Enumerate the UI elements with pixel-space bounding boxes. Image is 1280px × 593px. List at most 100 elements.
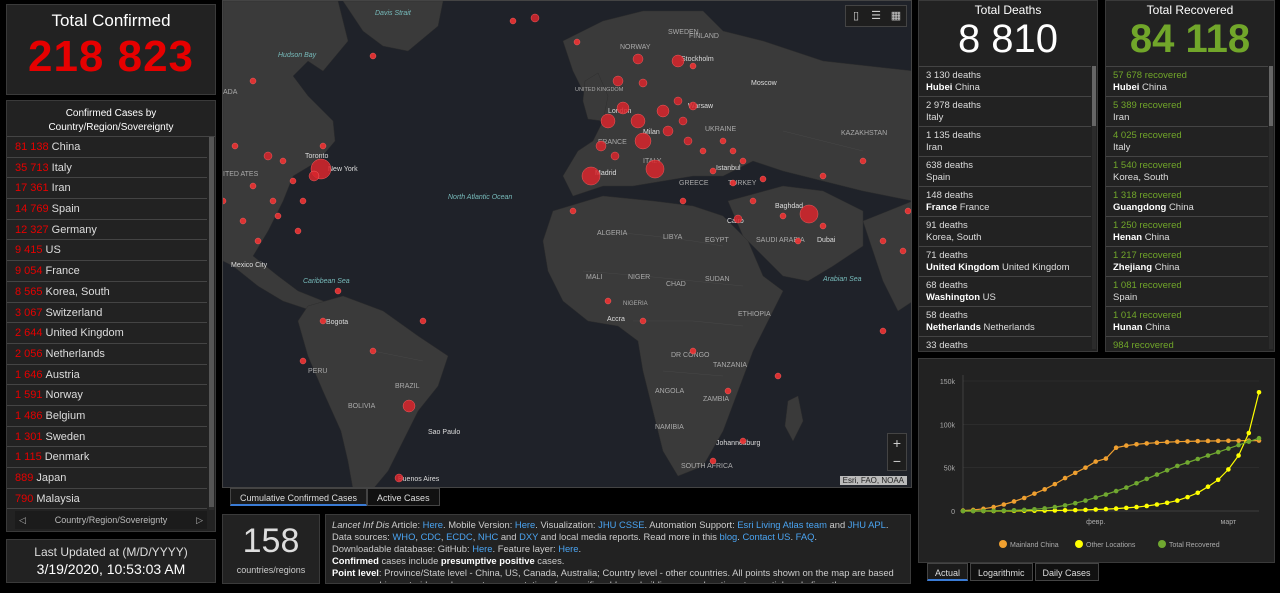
case-bubble[interactable] xyxy=(269,197,277,205)
country-row[interactable]: 9 415 US xyxy=(7,240,207,262)
case-bubble[interactable] xyxy=(819,172,827,180)
country-row[interactable]: 3 067 Switzerland xyxy=(7,303,207,324)
world-map[interactable]: Davis Strait Hudson Bay ADA Toronto New … xyxy=(223,1,912,488)
case-bubble[interactable] xyxy=(749,197,757,205)
case-bubble[interactable] xyxy=(733,214,743,224)
deaths-list[interactable]: 3 130 deaths Hubei China 2 978 deaths Ital… xyxy=(919,66,1097,351)
case-bubble[interactable] xyxy=(671,54,685,68)
ecdc-link[interactable]: ECDC xyxy=(446,531,473,542)
case-bubble[interactable] xyxy=(709,167,717,175)
dxy-link[interactable]: DXY xyxy=(519,531,538,542)
mobile-link[interactable]: Here xyxy=(515,519,535,530)
case-bubble[interactable] xyxy=(689,347,697,355)
case-bubble[interactable] xyxy=(308,170,320,182)
death-row[interactable]: 33 deaths xyxy=(919,336,1091,351)
case-bubble[interactable] xyxy=(899,247,907,255)
case-bubble[interactable] xyxy=(604,297,612,305)
who-link[interactable]: WHO xyxy=(392,531,415,542)
case-bubble[interactable] xyxy=(263,151,273,161)
country-row[interactable]: 9 054 France xyxy=(7,261,207,282)
case-bubble[interactable] xyxy=(294,227,302,235)
list-icon[interactable]: ☰ xyxy=(866,6,886,26)
country-row[interactable]: 1 646 Austria xyxy=(7,365,207,386)
recovered-row[interactable]: 984 recovered xyxy=(1106,336,1268,351)
case-bubble[interactable] xyxy=(729,147,737,155)
death-row[interactable]: 68 deaths Washington US xyxy=(919,276,1091,306)
case-bubble[interactable] xyxy=(799,204,819,224)
case-bubble[interactable] xyxy=(678,116,688,126)
country-row[interactable]: 889 Japan xyxy=(7,468,207,489)
case-bubble[interactable] xyxy=(581,166,601,186)
case-bubble[interactable] xyxy=(673,96,683,106)
case-bubble[interactable] xyxy=(616,101,630,115)
case-bubble[interactable] xyxy=(299,357,307,365)
case-bubble[interactable] xyxy=(573,38,581,46)
case-bubble[interactable] xyxy=(334,287,342,295)
recovered-row[interactable]: 4 025 recovered Italy xyxy=(1106,126,1268,156)
case-bubble[interactable] xyxy=(600,113,616,129)
faq-link[interactable]: FAQ xyxy=(796,531,815,542)
recovered-row[interactable]: 1 540 recovered Korea, South xyxy=(1106,156,1268,186)
case-bubble[interactable] xyxy=(610,151,620,161)
cdc-link[interactable]: CDC xyxy=(421,531,441,542)
case-bubble[interactable] xyxy=(759,175,767,183)
case-bubble[interactable] xyxy=(369,347,377,355)
case-bubble[interactable] xyxy=(719,137,727,145)
scrollbar-thumb[interactable] xyxy=(1269,66,1273,126)
country-row[interactable]: 81 138 China xyxy=(7,137,207,158)
recovered-row[interactable]: 1 318 recovered Guangdong China xyxy=(1106,186,1268,216)
country-row[interactable]: 17 361 Iran xyxy=(7,178,207,200)
case-bubble[interactable] xyxy=(569,207,577,215)
case-bubble[interactable] xyxy=(794,237,802,245)
death-row[interactable]: 638 deaths Spain xyxy=(919,156,1091,186)
case-bubble[interactable] xyxy=(419,317,427,325)
case-bubble[interactable] xyxy=(879,327,887,335)
grid-icon[interactable]: ▦ xyxy=(886,6,906,26)
bookmark-icon[interactable]: ▯ xyxy=(846,6,866,26)
case-bubble[interactable] xyxy=(656,104,670,118)
case-bubble[interactable] xyxy=(274,212,282,220)
tab-cumulative-confirmed[interactable]: Cumulative Confirmed Cases xyxy=(230,488,368,506)
death-row[interactable]: 58 deaths Netherlands Netherlands xyxy=(919,306,1091,336)
country-row[interactable]: 1 486 Belgium xyxy=(7,406,207,427)
case-bubble[interactable] xyxy=(662,125,674,137)
case-bubble[interactable] xyxy=(774,372,782,380)
case-bubble[interactable] xyxy=(688,101,698,111)
tab-daily-cases[interactable]: Daily Cases xyxy=(1034,563,1099,581)
case-bubble[interactable] xyxy=(879,237,887,245)
case-bubble[interactable] xyxy=(369,52,377,60)
death-row[interactable]: 1 135 deaths Iran xyxy=(919,126,1091,156)
death-row[interactable]: 91 deaths Korea, South xyxy=(919,216,1091,246)
country-row[interactable]: 35 713 Italy xyxy=(7,158,207,179)
case-bubble[interactable] xyxy=(319,317,327,325)
jhu-csse-link[interactable]: JHU CSSE xyxy=(598,519,644,530)
recovered-list[interactable]: 57 678 recovered Hubei China 5 389 recover… xyxy=(1106,66,1274,351)
case-bubble[interactable] xyxy=(630,113,646,129)
case-bubble[interactable] xyxy=(319,142,327,150)
case-bubble[interactable] xyxy=(231,142,239,150)
country-row[interactable]: 2 056 Netherlands xyxy=(7,344,207,365)
case-bubble[interactable] xyxy=(729,179,737,187)
country-row[interactable]: 1 301 Sweden xyxy=(7,427,207,448)
case-bubble[interactable] xyxy=(638,78,648,88)
case-bubble[interactable] xyxy=(289,177,297,185)
scrollbar-thumb[interactable] xyxy=(209,137,214,507)
case-bubble[interactable] xyxy=(249,77,257,85)
case-bubble[interactable] xyxy=(683,136,693,146)
case-bubble[interactable] xyxy=(709,457,717,465)
country-row[interactable]: 12 327 Germany xyxy=(7,220,207,241)
country-row[interactable]: 1 591 Norway xyxy=(7,385,207,406)
recovered-row[interactable]: 5 389 recovered Iran xyxy=(1106,96,1268,126)
scrollbar-thumb[interactable] xyxy=(1092,66,1096,126)
case-bubble[interactable] xyxy=(859,157,867,165)
death-row[interactable]: 3 130 deaths Hubei China xyxy=(919,66,1091,96)
country-row[interactable]: 790 Malaysia xyxy=(7,489,207,510)
case-bubble[interactable] xyxy=(779,212,787,220)
case-bubble[interactable] xyxy=(595,140,607,152)
confirmed-list-scrollbar[interactable] xyxy=(209,137,214,510)
country-row[interactable]: 2 644 United Kingdom xyxy=(7,323,207,344)
tab-actual[interactable]: Actual xyxy=(927,563,969,581)
case-bubble[interactable] xyxy=(645,159,665,179)
pager-next-icon[interactable]: ▷ xyxy=(196,511,203,529)
case-bubble[interactable] xyxy=(904,207,911,215)
